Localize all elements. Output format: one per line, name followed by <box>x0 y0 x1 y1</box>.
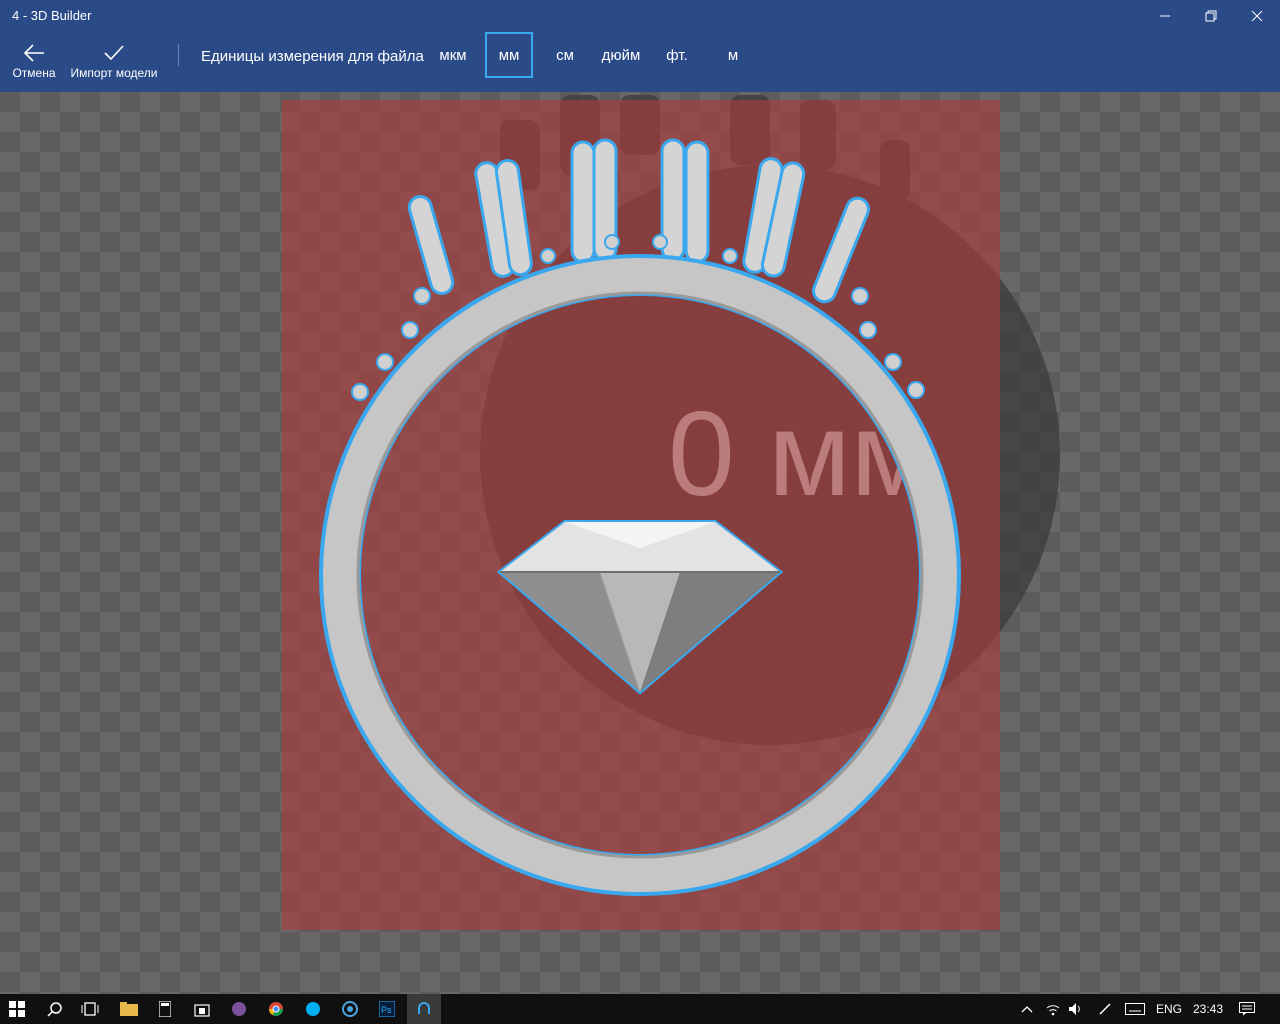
units-label: Единицы измерения для файла <box>201 48 424 65</box>
cancel-button[interactable]: Отмена <box>8 32 60 92</box>
skype-icon <box>306 1002 320 1016</box>
svg-text:Ps: Ps <box>381 1005 392 1015</box>
chrome-button[interactable] <box>259 994 293 1024</box>
photoshop-icon: Ps <box>379 1001 395 1017</box>
minimize-button[interactable] <box>1142 0 1188 32</box>
notification-icon <box>1239 1002 1255 1016</box>
cancel-label: Отмена <box>12 66 56 80</box>
network-button[interactable] <box>1042 994 1064 1024</box>
language-button[interactable]: ENG <box>1152 994 1186 1024</box>
clock[interactable]: 23:43 <box>1190 994 1226 1024</box>
unit-ft[interactable]: фт. <box>660 32 694 78</box>
3d-builder-icon <box>418 1002 430 1014</box>
chrome-icon <box>269 1002 283 1016</box>
pen-button[interactable] <box>1094 994 1116 1024</box>
import-model-button[interactable]: Импорт модели <box>66 32 162 92</box>
keyboard-icon <box>1125 1003 1145 1015</box>
touch-keyboard-button[interactable] <box>1122 994 1148 1024</box>
pen-icon <box>1099 1003 1111 1015</box>
model-scene: 0 мм <box>282 95 1060 930</box>
close-icon <box>1251 10 1263 22</box>
task-view-button[interactable] <box>73 994 107 1024</box>
taskbar: Ps ENG 23:43 <box>0 994 1280 1024</box>
restore-button[interactable] <box>1188 0 1234 32</box>
unit-um[interactable]: мкм <box>433 32 473 78</box>
store-icon <box>194 1004 210 1017</box>
minimize-icon <box>1160 15 1170 17</box>
start-button[interactable] <box>0 994 34 1024</box>
unit-label: дюйм <box>601 46 641 64</box>
speaker-icon <box>1069 1003 1080 1015</box>
photoshop-button[interactable]: Ps <box>370 994 404 1024</box>
calculator-button[interactable] <box>148 994 182 1024</box>
chevron-up-icon <box>1021 1006 1033 1013</box>
unit-cm[interactable]: см <box>548 32 582 78</box>
action-center-button[interactable] <box>1234 994 1260 1024</box>
unit-inch[interactable]: дюйм <box>596 32 646 78</box>
restore-icon <box>1205 10 1217 22</box>
store-button[interactable] <box>185 994 219 1024</box>
file-explorer-icon <box>120 1002 138 1016</box>
unit-label: мм <box>498 46 520 64</box>
start-icon <box>9 1001 25 1017</box>
import-model-label: Импорт модели <box>70 66 158 80</box>
3d-viewport[interactable]: 0 мм <box>0 92 1280 994</box>
checkmark-icon <box>104 45 124 61</box>
clock-time: 23:43 <box>1192 1002 1224 1016</box>
skype-button[interactable] <box>296 994 330 1024</box>
unit-label: фт. <box>666 46 688 64</box>
close-button[interactable] <box>1234 0 1280 32</box>
file-explorer-button[interactable] <box>112 994 146 1024</box>
unit-mm[interactable]: мм <box>485 32 533 78</box>
viber-button[interactable] <box>222 994 256 1024</box>
search-icon <box>47 1002 62 1017</box>
language-indicator: ENG <box>1155 1002 1182 1016</box>
back-arrow-icon <box>23 44 44 62</box>
task-view-icon <box>81 1002 99 1016</box>
app-button[interactable] <box>333 994 367 1024</box>
unit-label: м <box>727 46 739 64</box>
search-button[interactable] <box>38 994 72 1024</box>
viber-icon <box>232 1002 246 1016</box>
window-title: 4 - 3D Builder <box>12 8 92 23</box>
tray-overflow-button[interactable] <box>1016 994 1038 1024</box>
app-icon <box>342 1001 358 1017</box>
wifi-icon <box>1046 1005 1060 1016</box>
toolbar-divider <box>178 44 179 66</box>
volume-button[interactable] <box>1066 994 1086 1024</box>
title-bar: 4 - 3D Builder <box>0 0 1280 32</box>
unit-m[interactable]: м <box>718 32 748 78</box>
calculator-icon <box>159 1001 171 1017</box>
unit-label: мкм <box>439 46 467 64</box>
toolbar: Отмена Импорт модели Единицы измерения д… <box>0 32 1280 92</box>
3d-builder-button[interactable] <box>407 994 441 1024</box>
unit-label: см <box>556 46 574 64</box>
